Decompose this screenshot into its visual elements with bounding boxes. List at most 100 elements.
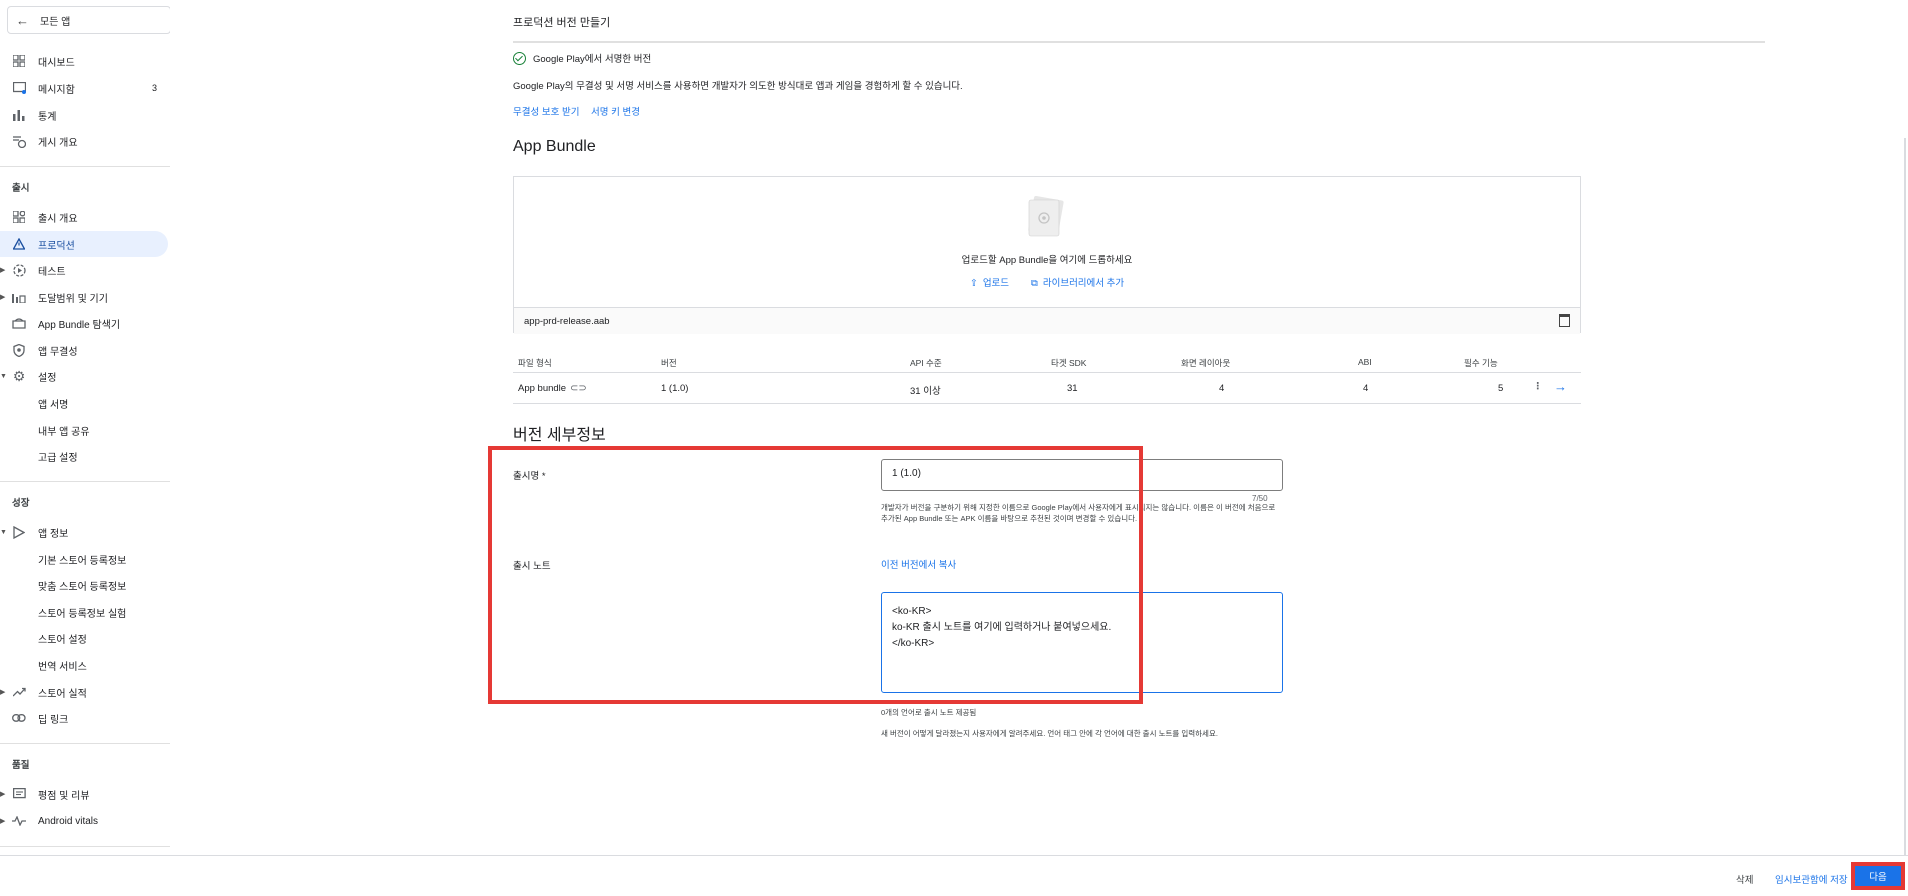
sidebar-item-label: 맞춤 스토어 등록정보: [38, 581, 127, 593]
next-button[interactable]: 다음: [1855, 866, 1901, 886]
chevron-right-icon: ▶: [0, 791, 6, 798]
delete-button[interactable]: 삭제: [1736, 872, 1753, 886]
testing-icon: [12, 263, 26, 277]
sidebar-item-main-store-listing[interactable]: 기본 스토어 등록정보: [0, 546, 168, 572]
page-title: 프로덕션 버전 만들기: [513, 17, 611, 29]
dashboard-icon: [12, 54, 26, 68]
chevron-right-icon: ▶: [0, 689, 6, 696]
sidebar-item-release-overview[interactable]: 출시 개요: [0, 204, 168, 230]
upload-button[interactable]: ⇪ 업로드: [970, 275, 1009, 289]
cell-api-level: 31 이상: [910, 386, 941, 397]
sidebar-item-label: App Bundle 탐색기: [38, 319, 121, 331]
sidebar-divider: [0, 166, 170, 167]
table-row[interactable]: App bundle ⊂⊃ 1 (1.0) 31 이상 31 4 4 5 ⋮ →: [513, 372, 1581, 404]
sidebar-item-label: 메시지함: [38, 84, 75, 96]
bar-chart-icon: [12, 108, 26, 122]
bundle-explorer-icon: [12, 316, 26, 330]
vitals-icon: [12, 814, 26, 828]
sidebar-item-app-integrity[interactable]: 앱 무결성: [0, 337, 168, 363]
add-from-library-button[interactable]: ⧉ 라이브러리에서 추가: [1031, 275, 1124, 289]
sidebar-item-translation-service[interactable]: 번역 서비스: [0, 652, 168, 678]
trending-up-icon: [12, 685, 26, 699]
sidebar-item-inbox[interactable]: 메시지함 3: [0, 75, 168, 101]
more-vert-icon[interactable]: ⋮: [1533, 381, 1543, 392]
sidebar-item-app-info[interactable]: ▼ 앱 정보: [0, 519, 168, 545]
sidebar-item-label: 스토어 실적: [38, 688, 87, 700]
sidebar-item-android-vitals[interactable]: ▶ Android vitals: [0, 808, 168, 834]
sidebar-item-label: 통계: [38, 111, 57, 123]
col-abi: ABI: [1358, 357, 1372, 367]
sidebar-item-label: 기본 스토어 등록정보: [38, 555, 127, 567]
chevron-down-icon: ▼: [0, 528, 7, 536]
gear-icon: ⚙: [12, 367, 26, 384]
sidebar-item-dashboard[interactable]: 대시보드: [0, 48, 168, 74]
chevron-down-icon: ▼: [0, 372, 7, 380]
publishing-clock-icon: [12, 134, 26, 148]
sidebar-item-label: 앱 무결성: [38, 346, 78, 358]
sidebar-item-store-settings[interactable]: 스토어 설정: [0, 625, 168, 651]
sidebar-divider: [0, 846, 170, 847]
sidebar-item-label: 번역 서비스: [38, 661, 87, 673]
sidebar-item-bundle-explorer[interactable]: App Bundle 탐색기: [0, 310, 168, 336]
col-target-sdk: 타겟 SDK: [1051, 358, 1087, 368]
sidebar-item-label: 프로덕션: [38, 240, 75, 252]
table-header: 파일 형식 버전 API 수준 타겟 SDK 화면 레이아웃 ABI 필수 기능: [513, 350, 1581, 372]
section-title-quality: 품질: [12, 760, 30, 771]
scrollbar[interactable]: [1904, 138, 1906, 855]
notes-help-text: 새 버전이 어떻게 달라졌는지 사용자에게 알려주세요. 언어 태그 안에 각 …: [881, 729, 1218, 738]
chevron-right-icon: ▶: [0, 818, 6, 825]
dropzone-instructions: 업로드할 App Bundle을 여기에 드롭하세요: [961, 255, 1133, 266]
sidebar-item-label: 스토어 설정: [38, 634, 87, 646]
col-api-level: API 수준: [910, 358, 942, 368]
cell-abi: 4: [1363, 383, 1369, 394]
sidebar-item-statistics[interactable]: 통계: [0, 102, 168, 128]
reviews-icon: [12, 787, 26, 801]
col-required-features: 필수 기능: [1464, 358, 1498, 368]
all-apps-label: 모든 앱: [40, 16, 71, 28]
sidebar-item-custom-store-listing[interactable]: 맞춤 스토어 등록정보: [0, 572, 168, 598]
sidebar-item-store-listing-experiments[interactable]: 스토어 등록정보 실험: [0, 599, 168, 625]
sidebar-item-internal-sharing[interactable]: 내부 앱 공유: [0, 417, 168, 443]
upload-label: 업로드: [982, 278, 1010, 289]
upload-icon: ⇪: [969, 278, 978, 289]
change-signing-key-link[interactable]: 서명 키 변경: [591, 104, 640, 118]
signed-description: Google Play의 무결성 및 서명 서비스를 사용하면 개발자가 의도한…: [513, 81, 963, 92]
save-draft-button[interactable]: 임시보관함에 저장: [1775, 872, 1848, 886]
library-icon: ⧉: [1031, 278, 1038, 289]
library-label: 라이브러리에서 추가: [1042, 278, 1125, 289]
delete-file-icon[interactable]: [1559, 314, 1570, 327]
chevron-right-icon: ▶: [0, 294, 6, 301]
sidebar-item-label: 설정: [38, 372, 57, 384]
cell-file-type: App bundle: [518, 383, 567, 394]
inbox-icon: [12, 81, 26, 95]
shield-icon: [12, 343, 26, 357]
notes-language-count: 0개의 언어로 출시 노트 제공됨: [881, 708, 977, 717]
sidebar: ← 모든 앱 대시보드 메시지함 3 통계 게시 개요 출시 출시 개요 프로덕…: [0, 0, 170, 855]
cell-target-sdk: 31: [1067, 383, 1078, 394]
footer-bar: 삭제 임시보관함에 저장: [0, 855, 1908, 896]
title-divider: [513, 41, 1765, 43]
sidebar-item-label: 내부 앱 공유: [38, 426, 90, 438]
sidebar-item-reach-devices[interactable]: ▶ 도달범위 및 기기: [0, 284, 168, 310]
sidebar-item-testing[interactable]: ▶ 테스트: [0, 257, 168, 283]
all-apps-button[interactable]: ← 모든 앱: [7, 6, 170, 34]
sidebar-item-app-signing[interactable]: 앱 서명: [0, 390, 168, 416]
sidebar-item-label: Android vitals: [38, 815, 99, 827]
section-title-growth: 성장: [12, 498, 30, 509]
sidebar-item-label: 출시 개요: [38, 213, 78, 225]
sidebar-item-advanced-settings[interactable]: 고급 설정: [0, 443, 168, 469]
sidebar-item-deep-links[interactable]: 딥 링크: [0, 705, 168, 731]
sidebar-item-settings[interactable]: ▼ ⚙ 설정: [0, 363, 168, 389]
bundle-dropzone[interactable]: 업로드할 App Bundle을 여기에 드롭하세요 ⇪ 업로드 ⧉ 라이브러리에서…: [513, 176, 1581, 334]
integrity-protection-link[interactable]: 무결성 보호 받기: [513, 104, 579, 118]
sidebar-item-label: 평점 및 리뷰: [38, 790, 90, 802]
chevron-right-icon: ▶: [0, 267, 6, 274]
sidebar-item-store-performance[interactable]: ▶ 스토어 실적: [0, 679, 168, 705]
signed-label: Google Play에서 서명한 버전: [533, 54, 652, 65]
sidebar-divider: [0, 743, 170, 744]
sidebar-item-ratings-reviews[interactable]: ▶ 평점 및 리뷰: [0, 781, 168, 807]
arrow-forward-icon[interactable]: →: [1554, 379, 1567, 394]
sidebar-item-production[interactable]: 프로덕션: [0, 231, 168, 257]
cell-screen-layout: 4: [1219, 383, 1225, 394]
sidebar-item-publishing-overview[interactable]: 게시 개요: [0, 128, 168, 154]
